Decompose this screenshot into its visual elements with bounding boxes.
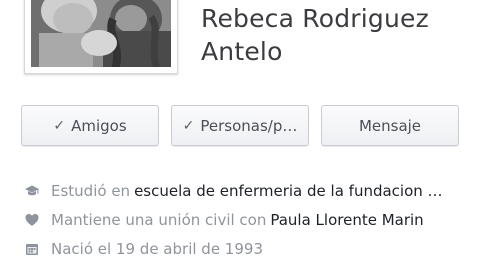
friends-button-label: Amigos: [71, 116, 127, 135]
birthday-row: Nació el 19 de abril de 1993: [24, 234, 474, 263]
profile-name: Rebeca Rodriguez Antelo: [201, 4, 429, 66]
profile-photo-frame[interactable]: [24, 0, 178, 74]
education-row: Estudió en escuela de enfermeria de la f…: [24, 176, 474, 205]
message-button[interactable]: Mensaje: [321, 105, 459, 146]
graduation-cap-icon: [24, 183, 40, 199]
people-button-label: Personas/p…: [200, 116, 298, 135]
relationship-row: Mantiene una unión civil con Paula Llore…: [24, 205, 474, 234]
birthday-text: Nació el 19 de abril de 1993: [51, 239, 263, 258]
partner-link[interactable]: Paula Llorente Marin: [270, 211, 423, 229]
heart-icon: [24, 212, 40, 228]
profile-info-list: Estudió en escuela de enfermeria de la f…: [24, 176, 474, 263]
profile-action-row: ✓ Amigos ✓ Personas/p… Mensaje: [21, 105, 459, 148]
profile-photo[interactable]: [31, 0, 171, 67]
profile-photo-image: [31, 0, 171, 67]
calendar-icon: [24, 241, 40, 257]
message-button-label: Mensaje: [358, 116, 422, 135]
people-button[interactable]: ✓ Personas/p…: [171, 105, 309, 146]
education-link[interactable]: escuela de enfermeria de la fundacion …: [134, 182, 442, 200]
education-prefix: Estudió en: [51, 181, 131, 200]
check-icon: ✓: [53, 117, 66, 134]
relationship-prefix: Mantiene una unión civil con: [51, 210, 267, 229]
check-icon: ✓: [182, 117, 195, 134]
friends-button[interactable]: ✓ Amigos: [21, 105, 159, 146]
